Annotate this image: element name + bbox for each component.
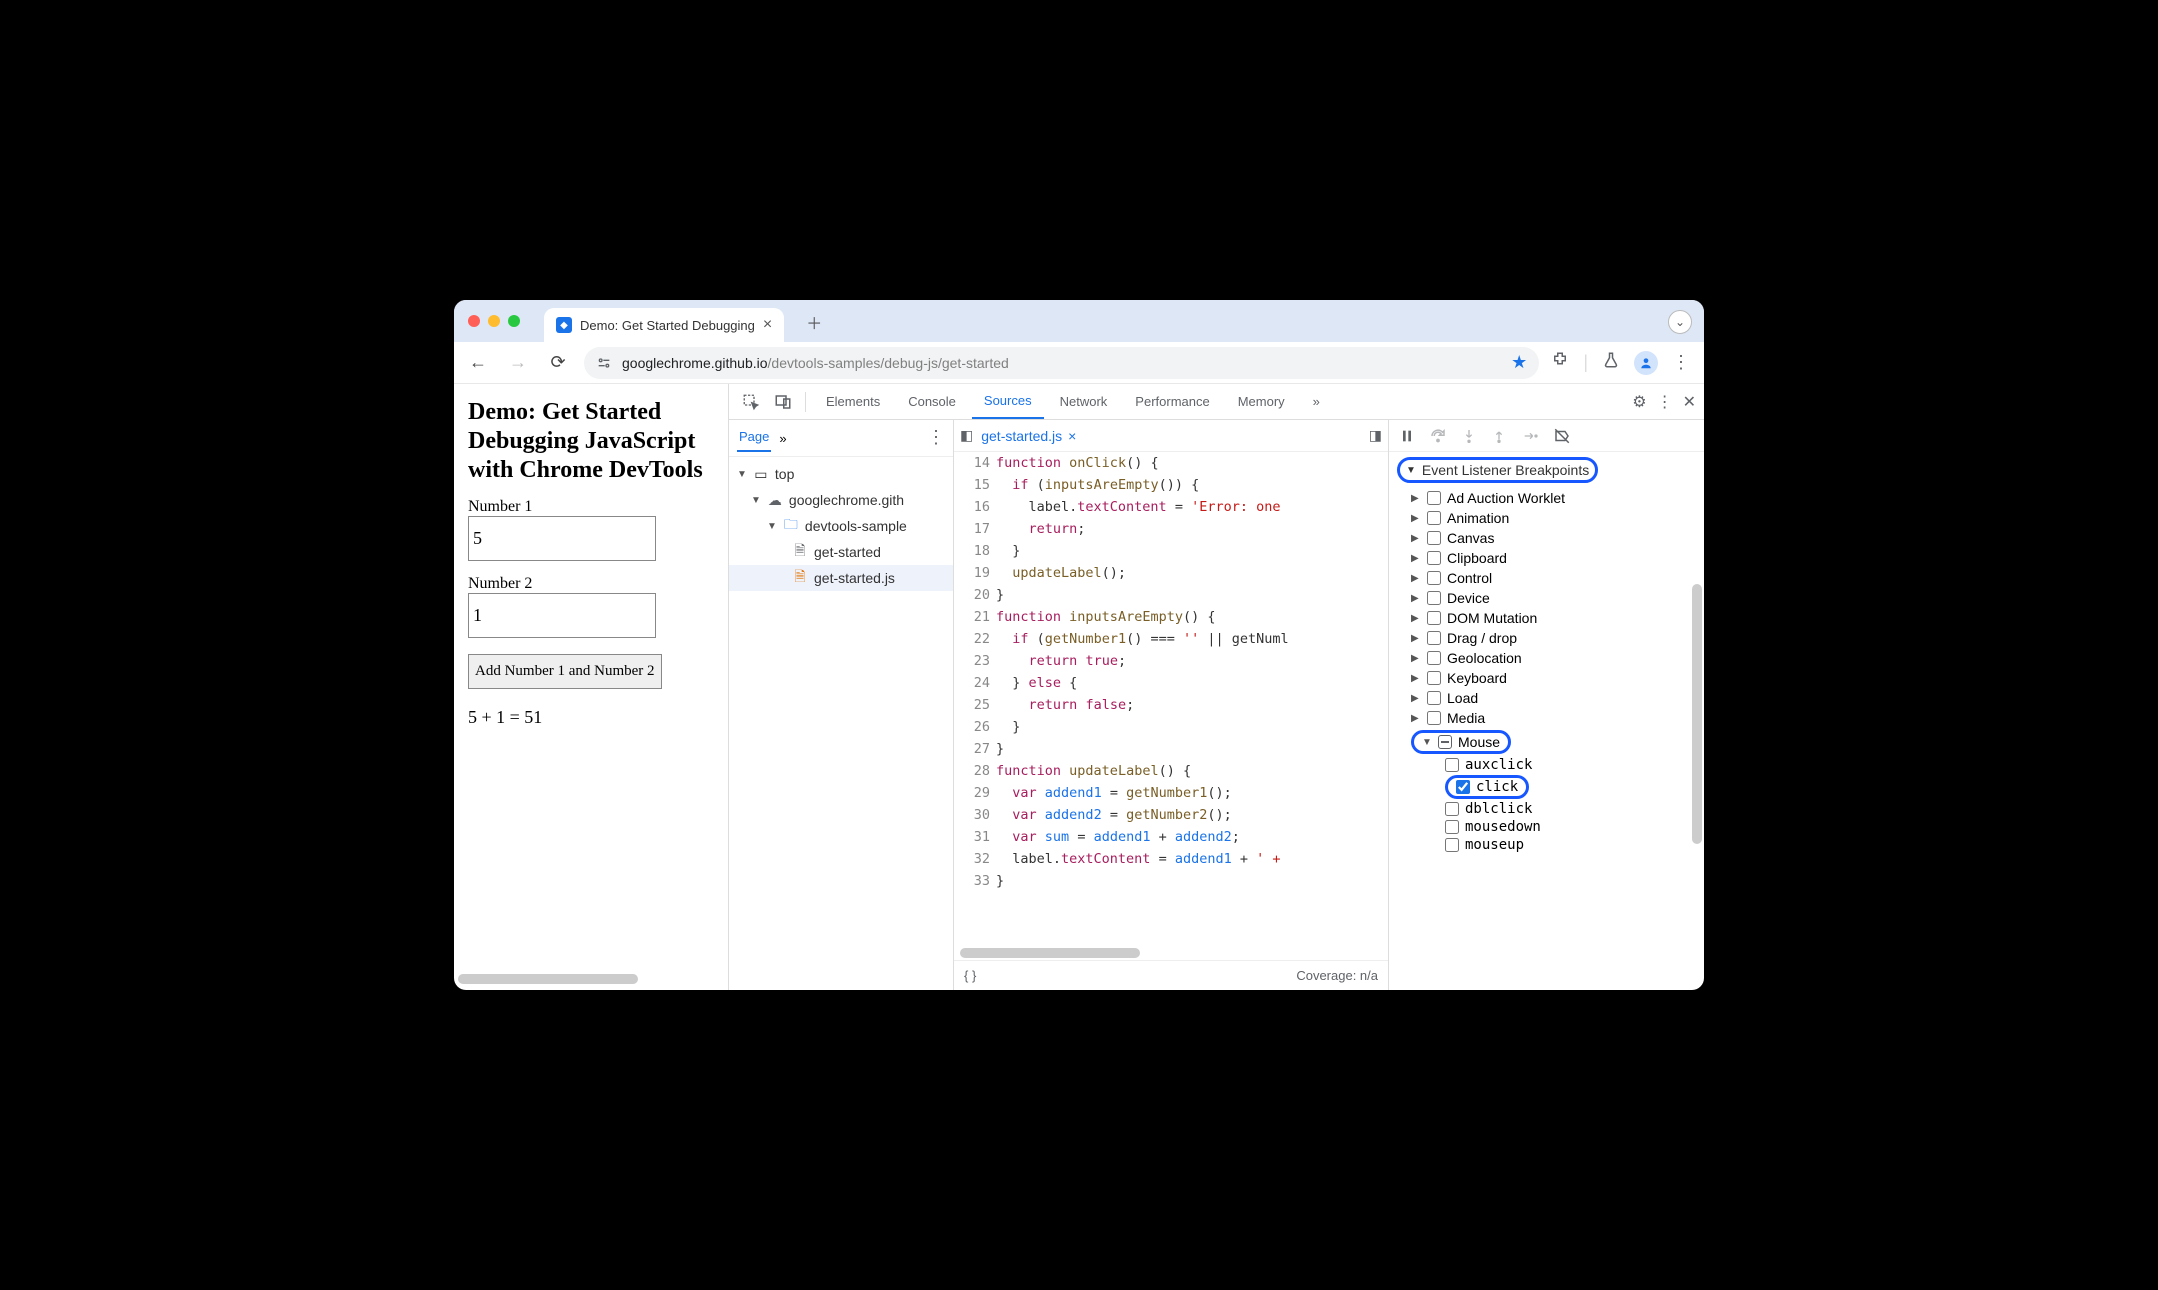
event-category[interactable]: ▶Keyboard bbox=[1389, 668, 1704, 688]
network-tab[interactable]: Network bbox=[1048, 385, 1120, 418]
debugger-toolbar bbox=[1389, 420, 1704, 452]
deactivate-breakpoints-button[interactable] bbox=[1553, 427, 1571, 445]
url-path: /devtools-samples/debug-js/get-started bbox=[768, 355, 1009, 371]
reload-button[interactable]: ⟳ bbox=[544, 349, 572, 377]
event-category[interactable]: ▼Mouse bbox=[1389, 728, 1704, 756]
source-editor: ◧ get-started.js × ◨ 1415161718192021222… bbox=[954, 420, 1389, 990]
event-category[interactable]: ▶Device bbox=[1389, 588, 1704, 608]
page-content: Demo: Get Started Debugging JavaScript w… bbox=[454, 384, 729, 990]
pretty-print-icon[interactable]: { } bbox=[964, 968, 976, 983]
devtools-tabbar: Elements Console Sources Network Perform… bbox=[729, 384, 1704, 420]
event-mousedown[interactable]: mousedown bbox=[1389, 818, 1704, 836]
site-info-icon[interactable] bbox=[596, 355, 612, 371]
event-category[interactable]: ▶Control bbox=[1389, 568, 1704, 588]
profile-avatar[interactable] bbox=[1634, 351, 1658, 375]
pause-button[interactable] bbox=[1399, 428, 1415, 444]
window-controls bbox=[468, 315, 520, 327]
memory-tab[interactable]: Memory bbox=[1226, 385, 1297, 418]
event-listener-breakpoints-header[interactable]: ▼ Event Listener Breakpoints bbox=[1389, 452, 1704, 488]
event-category[interactable]: ▶Load bbox=[1389, 688, 1704, 708]
step-over-button[interactable] bbox=[1429, 427, 1447, 445]
navigator-menu-icon[interactable]: ⋮ bbox=[927, 435, 945, 440]
step-into-button[interactable] bbox=[1461, 428, 1477, 444]
tree-file-js[interactable]: 🗎get-started.js bbox=[729, 565, 953, 591]
event-category[interactable]: ▶Geolocation bbox=[1389, 648, 1704, 668]
tree-top[interactable]: ▼▭top bbox=[729, 461, 953, 487]
url-domain: googlechrome.github.io bbox=[622, 355, 768, 371]
step-out-button[interactable] bbox=[1491, 428, 1507, 444]
inspect-element-icon[interactable] bbox=[737, 388, 765, 416]
event-mouseup[interactable]: mouseup bbox=[1389, 836, 1704, 854]
toggle-navigator-icon[interactable]: ◧ bbox=[960, 427, 973, 444]
tree-folder[interactable]: ▼🗀devtools-sample bbox=[729, 513, 953, 539]
devtools-panel: Elements Console Sources Network Perform… bbox=[729, 384, 1704, 990]
page-heading: Demo: Get Started Debugging JavaScript w… bbox=[468, 398, 714, 484]
tree-origin[interactable]: ▼☁googlechrome.gith bbox=[729, 487, 953, 513]
tabs-dropdown-button[interactable]: ⌄ bbox=[1668, 310, 1692, 334]
event-category[interactable]: ▶Drag / drop bbox=[1389, 628, 1704, 648]
event-category[interactable]: ▶Canvas bbox=[1389, 528, 1704, 548]
event-category[interactable]: ▶Media bbox=[1389, 708, 1704, 728]
favicon-icon: ◆ bbox=[556, 317, 572, 333]
tab-strip: ◆ Demo: Get Started Debugging × ＋ ⌄ bbox=[454, 300, 1704, 342]
extensions-icon[interactable] bbox=[1551, 351, 1569, 374]
coverage-status: Coverage: n/a bbox=[1296, 968, 1378, 983]
file-tree: ▼▭top ▼☁googlechrome.gith ▼🗀devtools-sam… bbox=[729, 457, 953, 990]
devtools-scrollbar[interactable] bbox=[1692, 584, 1702, 844]
performance-tab[interactable]: Performance bbox=[1123, 385, 1221, 418]
page-scrollbar[interactable] bbox=[458, 974, 708, 986]
editor-scrollbar[interactable] bbox=[954, 946, 1388, 960]
line-gutter[interactable]: 1415161718192021222324252627282930313233 bbox=[954, 452, 996, 946]
maximize-window-button[interactable] bbox=[508, 315, 520, 327]
chrome-menu-button[interactable]: ⋮ bbox=[1672, 352, 1690, 373]
number2-input[interactable] bbox=[468, 593, 656, 638]
event-dblclick[interactable]: dblclick bbox=[1389, 800, 1704, 818]
close-window-button[interactable] bbox=[468, 315, 480, 327]
answer-text: 5 + 1 = 51 bbox=[468, 707, 714, 728]
event-category[interactable]: ▶Animation bbox=[1389, 508, 1704, 528]
close-tab-button[interactable]: × bbox=[763, 316, 772, 334]
add-button[interactable]: Add Number 1 and Number 2 bbox=[468, 654, 662, 689]
forward-button[interactable]: → bbox=[504, 349, 532, 377]
editor-file-tab[interactable]: get-started.js × bbox=[981, 428, 1076, 444]
devtools-menu-icon[interactable]: ⋮ bbox=[1657, 392, 1673, 412]
browser-window: ◆ Demo: Get Started Debugging × ＋ ⌄ ← → … bbox=[454, 300, 1704, 990]
close-file-icon[interactable]: × bbox=[1068, 428, 1076, 444]
event-auxclick[interactable]: auxclick bbox=[1389, 756, 1704, 774]
bookmark-star-icon[interactable]: ★ bbox=[1511, 352, 1527, 373]
number1-label: Number 1 bbox=[468, 498, 714, 516]
sources-navigator: Page » ⋮ ▼▭top ▼☁googlechrome.gith ▼🗀dev… bbox=[729, 420, 954, 990]
browser-tab[interactable]: ◆ Demo: Get Started Debugging × bbox=[544, 308, 784, 342]
device-toolbar-icon[interactable] bbox=[769, 388, 797, 416]
event-category[interactable]: ▶DOM Mutation bbox=[1389, 608, 1704, 628]
navigator-more-tabs[interactable]: » bbox=[779, 431, 786, 446]
step-button[interactable] bbox=[1521, 428, 1539, 444]
tree-file-html[interactable]: 🗎get-started bbox=[729, 539, 953, 565]
toggle-debugger-icon[interactable]: ◨ bbox=[1369, 427, 1382, 444]
code-area[interactable]: function onClick() { if (inputsAreEmpty(… bbox=[996, 452, 1388, 946]
event-category[interactable]: ▶Clipboard bbox=[1389, 548, 1704, 568]
devtools-settings-icon[interactable]: ⚙ bbox=[1632, 392, 1646, 412]
elements-tab[interactable]: Elements bbox=[814, 385, 892, 418]
more-tabs-button[interactable]: » bbox=[1301, 385, 1332, 418]
labs-icon[interactable] bbox=[1602, 351, 1620, 374]
browser-toolbar: ← → ⟳ googlechrome.github.io/devtools-sa… bbox=[454, 342, 1704, 384]
tab-title: Demo: Get Started Debugging bbox=[580, 318, 755, 333]
minimize-window-button[interactable] bbox=[488, 315, 500, 327]
console-tab[interactable]: Console bbox=[896, 385, 968, 418]
event-click[interactable]: click bbox=[1389, 774, 1704, 800]
number2-label: Number 2 bbox=[468, 575, 714, 593]
address-bar[interactable]: googlechrome.github.io/devtools-samples/… bbox=[584, 347, 1539, 379]
sources-tab[interactable]: Sources bbox=[972, 384, 1044, 419]
debugger-sidebar: ▼ Event Listener Breakpoints ▶Ad Auction… bbox=[1389, 420, 1704, 990]
navigator-page-tab[interactable]: Page bbox=[737, 424, 771, 452]
number1-input[interactable] bbox=[468, 516, 656, 561]
back-button[interactable]: ← bbox=[464, 349, 492, 377]
devtools-close-icon[interactable]: ✕ bbox=[1683, 392, 1696, 412]
event-category[interactable]: ▶Ad Auction Worklet bbox=[1389, 488, 1704, 508]
new-tab-button[interactable]: ＋ bbox=[806, 310, 822, 334]
